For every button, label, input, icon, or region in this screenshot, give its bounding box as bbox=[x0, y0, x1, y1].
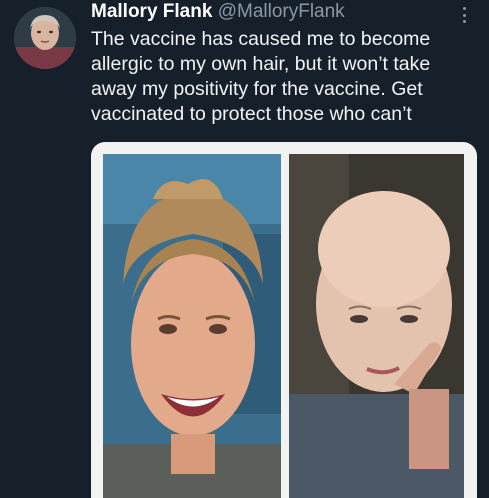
display-name[interactable]: Mallory Flank bbox=[91, 1, 212, 22]
profile-avatar[interactable] bbox=[14, 7, 76, 69]
tweet-text: The vaccine has caused me to become alle… bbox=[91, 28, 431, 125]
tweet-media[interactable] bbox=[91, 142, 477, 498]
user-handle[interactable]: @MalloryFlank bbox=[218, 1, 345, 22]
more-dot bbox=[462, 13, 466, 17]
photo-long-hair bbox=[103, 154, 281, 498]
avatar-image bbox=[14, 7, 76, 69]
photo-before[interactable] bbox=[103, 154, 281, 498]
tweet: Mallory Flank @MalloryFlank The vaccine … bbox=[0, 0, 489, 498]
more-dot bbox=[462, 7, 466, 10]
more-dot bbox=[462, 20, 466, 23]
photo-after[interactable] bbox=[289, 154, 464, 498]
photo-bald bbox=[289, 154, 464, 498]
more-vertical-icon[interactable] bbox=[457, 4, 471, 26]
tweet-header: Mallory Flank @MalloryFlank bbox=[91, 0, 345, 24]
